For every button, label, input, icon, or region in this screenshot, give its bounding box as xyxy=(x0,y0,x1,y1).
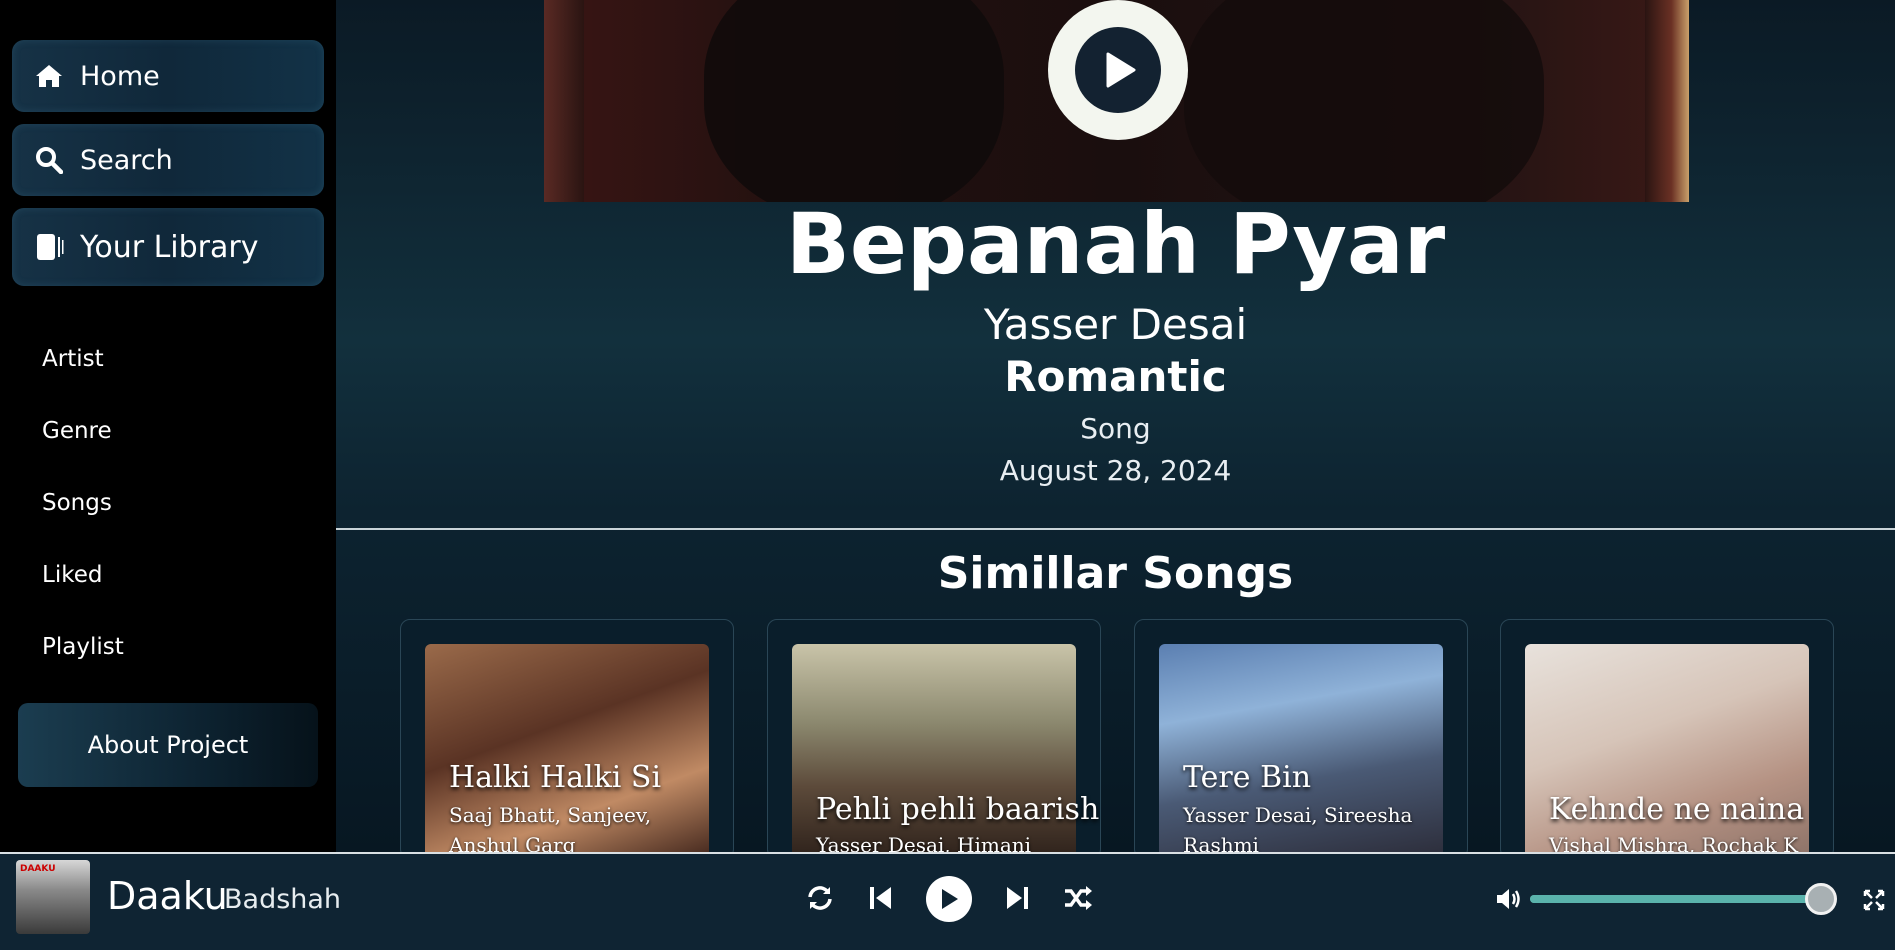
shuffle-icon xyxy=(1065,886,1092,910)
now-playing-title: Daaku xyxy=(107,874,228,918)
sidebar-item-artist[interactable]: Artist xyxy=(42,346,104,372)
now-playing-thumbnail[interactable]: DAAKU xyxy=(16,860,90,934)
repeat-button[interactable] xyxy=(800,878,840,918)
song-title: Bepanah Pyar xyxy=(785,195,1446,293)
player-play-button[interactable] xyxy=(926,876,972,922)
search-icon xyxy=(34,145,64,175)
card-artists: Yasser Desai, Sireesha Rashmi xyxy=(1183,803,1413,852)
volume-icon xyxy=(1497,889,1520,909)
now-playing-artist: Badshah xyxy=(224,884,342,915)
card-artists: Vishal Mishra, Rochak K xyxy=(1549,833,1799,852)
card-artists: Saaj Bhatt, Sanjeev, Anshul Garg xyxy=(449,803,652,852)
sidebar-item-songs[interactable]: Songs xyxy=(42,490,112,516)
shuffle-button[interactable] xyxy=(1058,878,1098,918)
sidebar-item-genre[interactable]: Genre xyxy=(42,418,112,444)
volume-slider-handle[interactable] xyxy=(1804,883,1837,915)
card-artists: Yasser Desai, Himani Rajat xyxy=(816,833,1032,852)
similar-song-card[interactable]: Tere Bin Yasser Desai, Sireesha Rashmi xyxy=(1134,619,1468,852)
similar-song-card[interactable]: Kehnde ne naina Vishal Mishra, Rochak K xyxy=(1500,619,1834,852)
card-title: Pehli pehli baarish xyxy=(816,792,1100,827)
play-icon xyxy=(1075,27,1161,113)
fullscreen-button[interactable] xyxy=(1862,888,1886,912)
similar-song-card[interactable]: Halki Halki Si Saaj Bhatt, Sanjeev, Ansh… xyxy=(400,619,734,852)
song-date: August 28, 2024 xyxy=(999,454,1232,487)
song-type: Song xyxy=(1080,412,1151,445)
nav-search-label: Search xyxy=(80,144,173,176)
home-icon xyxy=(34,61,64,91)
previous-button[interactable] xyxy=(860,878,900,918)
library-icon xyxy=(34,232,64,262)
main-content: Bepanah Pyar Yasser Desai Romantic Song … xyxy=(336,0,1895,852)
cover-frame-right xyxy=(1645,0,1689,202)
nav-home-button[interactable]: Home xyxy=(12,40,324,112)
next-icon xyxy=(1007,887,1028,909)
sidebar-item-playlist[interactable]: Playlist xyxy=(42,634,124,660)
song-genre: Romantic xyxy=(1004,352,1227,401)
nav-search-button[interactable]: Search xyxy=(12,124,324,196)
sidebar-item-liked[interactable]: Liked xyxy=(42,562,102,588)
cover-figure xyxy=(1184,0,1544,202)
thumbnail-text: DAAKU xyxy=(20,864,56,874)
nav-library-button[interactable]: Your Library xyxy=(12,208,324,286)
volume-fill xyxy=(1530,895,1821,903)
card-title: Halki Halki Si xyxy=(449,760,662,795)
fullscreen-icon xyxy=(1863,889,1885,911)
play-song-button[interactable] xyxy=(1048,0,1188,140)
card-title: Tere Bin xyxy=(1183,760,1312,795)
cover-figure xyxy=(704,0,1004,202)
play-icon xyxy=(942,889,958,909)
similar-songs-heading: Simillar Songs xyxy=(937,548,1294,599)
next-button[interactable] xyxy=(998,878,1038,918)
similar-song-card[interactable]: Pehli pehli baarish Yasser Desai, Himani… xyxy=(767,619,1101,852)
repeat-icon xyxy=(808,886,832,910)
nav-home-label: Home xyxy=(80,60,160,92)
player-bar: DAAKU Daaku Badshah xyxy=(0,852,1895,950)
previous-icon xyxy=(870,887,891,909)
cover-frame-left xyxy=(544,0,584,202)
volume-slider[interactable] xyxy=(1530,895,1836,903)
divider xyxy=(336,528,1895,530)
song-artist[interactable]: Yasser Desai xyxy=(336,300,1895,349)
app: Home Search Your Library Artist Genre So… xyxy=(0,0,1895,950)
volume-button[interactable] xyxy=(1494,884,1524,914)
nav-library-label: Your Library xyxy=(80,229,259,265)
card-title: Kehnde ne naina xyxy=(1549,792,1805,827)
sidebar: Home Search Your Library Artist Genre So… xyxy=(0,0,336,852)
about-project-button[interactable]: About Project xyxy=(18,703,318,787)
